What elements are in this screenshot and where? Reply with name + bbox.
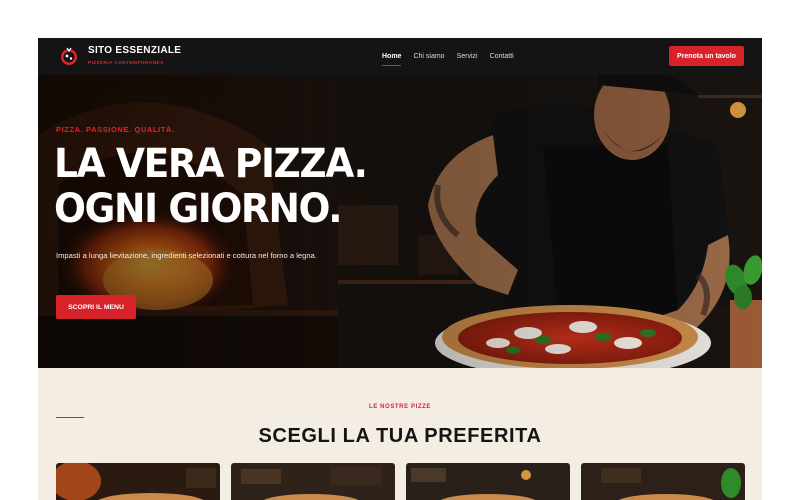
hero-title-line-1: LA VERA PIZZA. [54,141,368,187]
brand-name[interactable]: SITO ESSENZIALE [88,45,181,56]
pizza-card[interactable] [581,463,745,500]
nav-links: Home Chi siamo Servizi Contatti [382,53,514,66]
hero-section: PIZZA. PASSIONE. QUALITÀ. LA VERA PIZZA.… [38,75,762,368]
nav-link-chi-siamo[interactable]: Chi siamo [413,53,444,60]
nav-link-contatti[interactable]: Contatti [490,53,514,60]
pizza-card-image [581,463,745,500]
navbar: SITO ESSENZIALE PIZZERIA CONTEMPORANEA H… [38,38,762,75]
nav-link-servizi[interactable]: Servizi [457,53,478,60]
pizza-card-image [406,463,570,500]
hero-description: Impasti a lunga lievitazione, ingredient… [56,251,317,260]
book-table-button[interactable]: Prenota un tavolo [669,46,744,66]
section-title: SCEGLI LA TUA PREFERITA [258,425,542,447]
hero-eyebrow: PIZZA. PASSIONE. QUALITÀ. [56,125,175,134]
brand-tagline: PIZZERIA CONTEMPORANEA [88,60,164,65]
pizza-card[interactable] [231,463,395,500]
pizza-card[interactable] [406,463,570,500]
pizza-card[interactable] [56,463,220,500]
menu-button[interactable]: SCOPRI IL MENU [56,295,136,319]
page-frame: SITO ESSENZIALE PIZZERIA CONTEMPORANEA H… [38,38,762,500]
section-divider [56,417,84,418]
pizza-logo-icon[interactable] [58,45,80,67]
hero-title-line-2: OGNI GIORNO. [54,186,343,232]
pizza-card-image [56,463,220,500]
hero-title: LA VERA PIZZA. OGNI GIORNO. [54,141,368,232]
nav-link-home[interactable]: Home [382,53,402,66]
pizza-card-image [231,463,395,500]
section-eyebrow: LE NOSTRE PIZZE [368,404,431,410]
